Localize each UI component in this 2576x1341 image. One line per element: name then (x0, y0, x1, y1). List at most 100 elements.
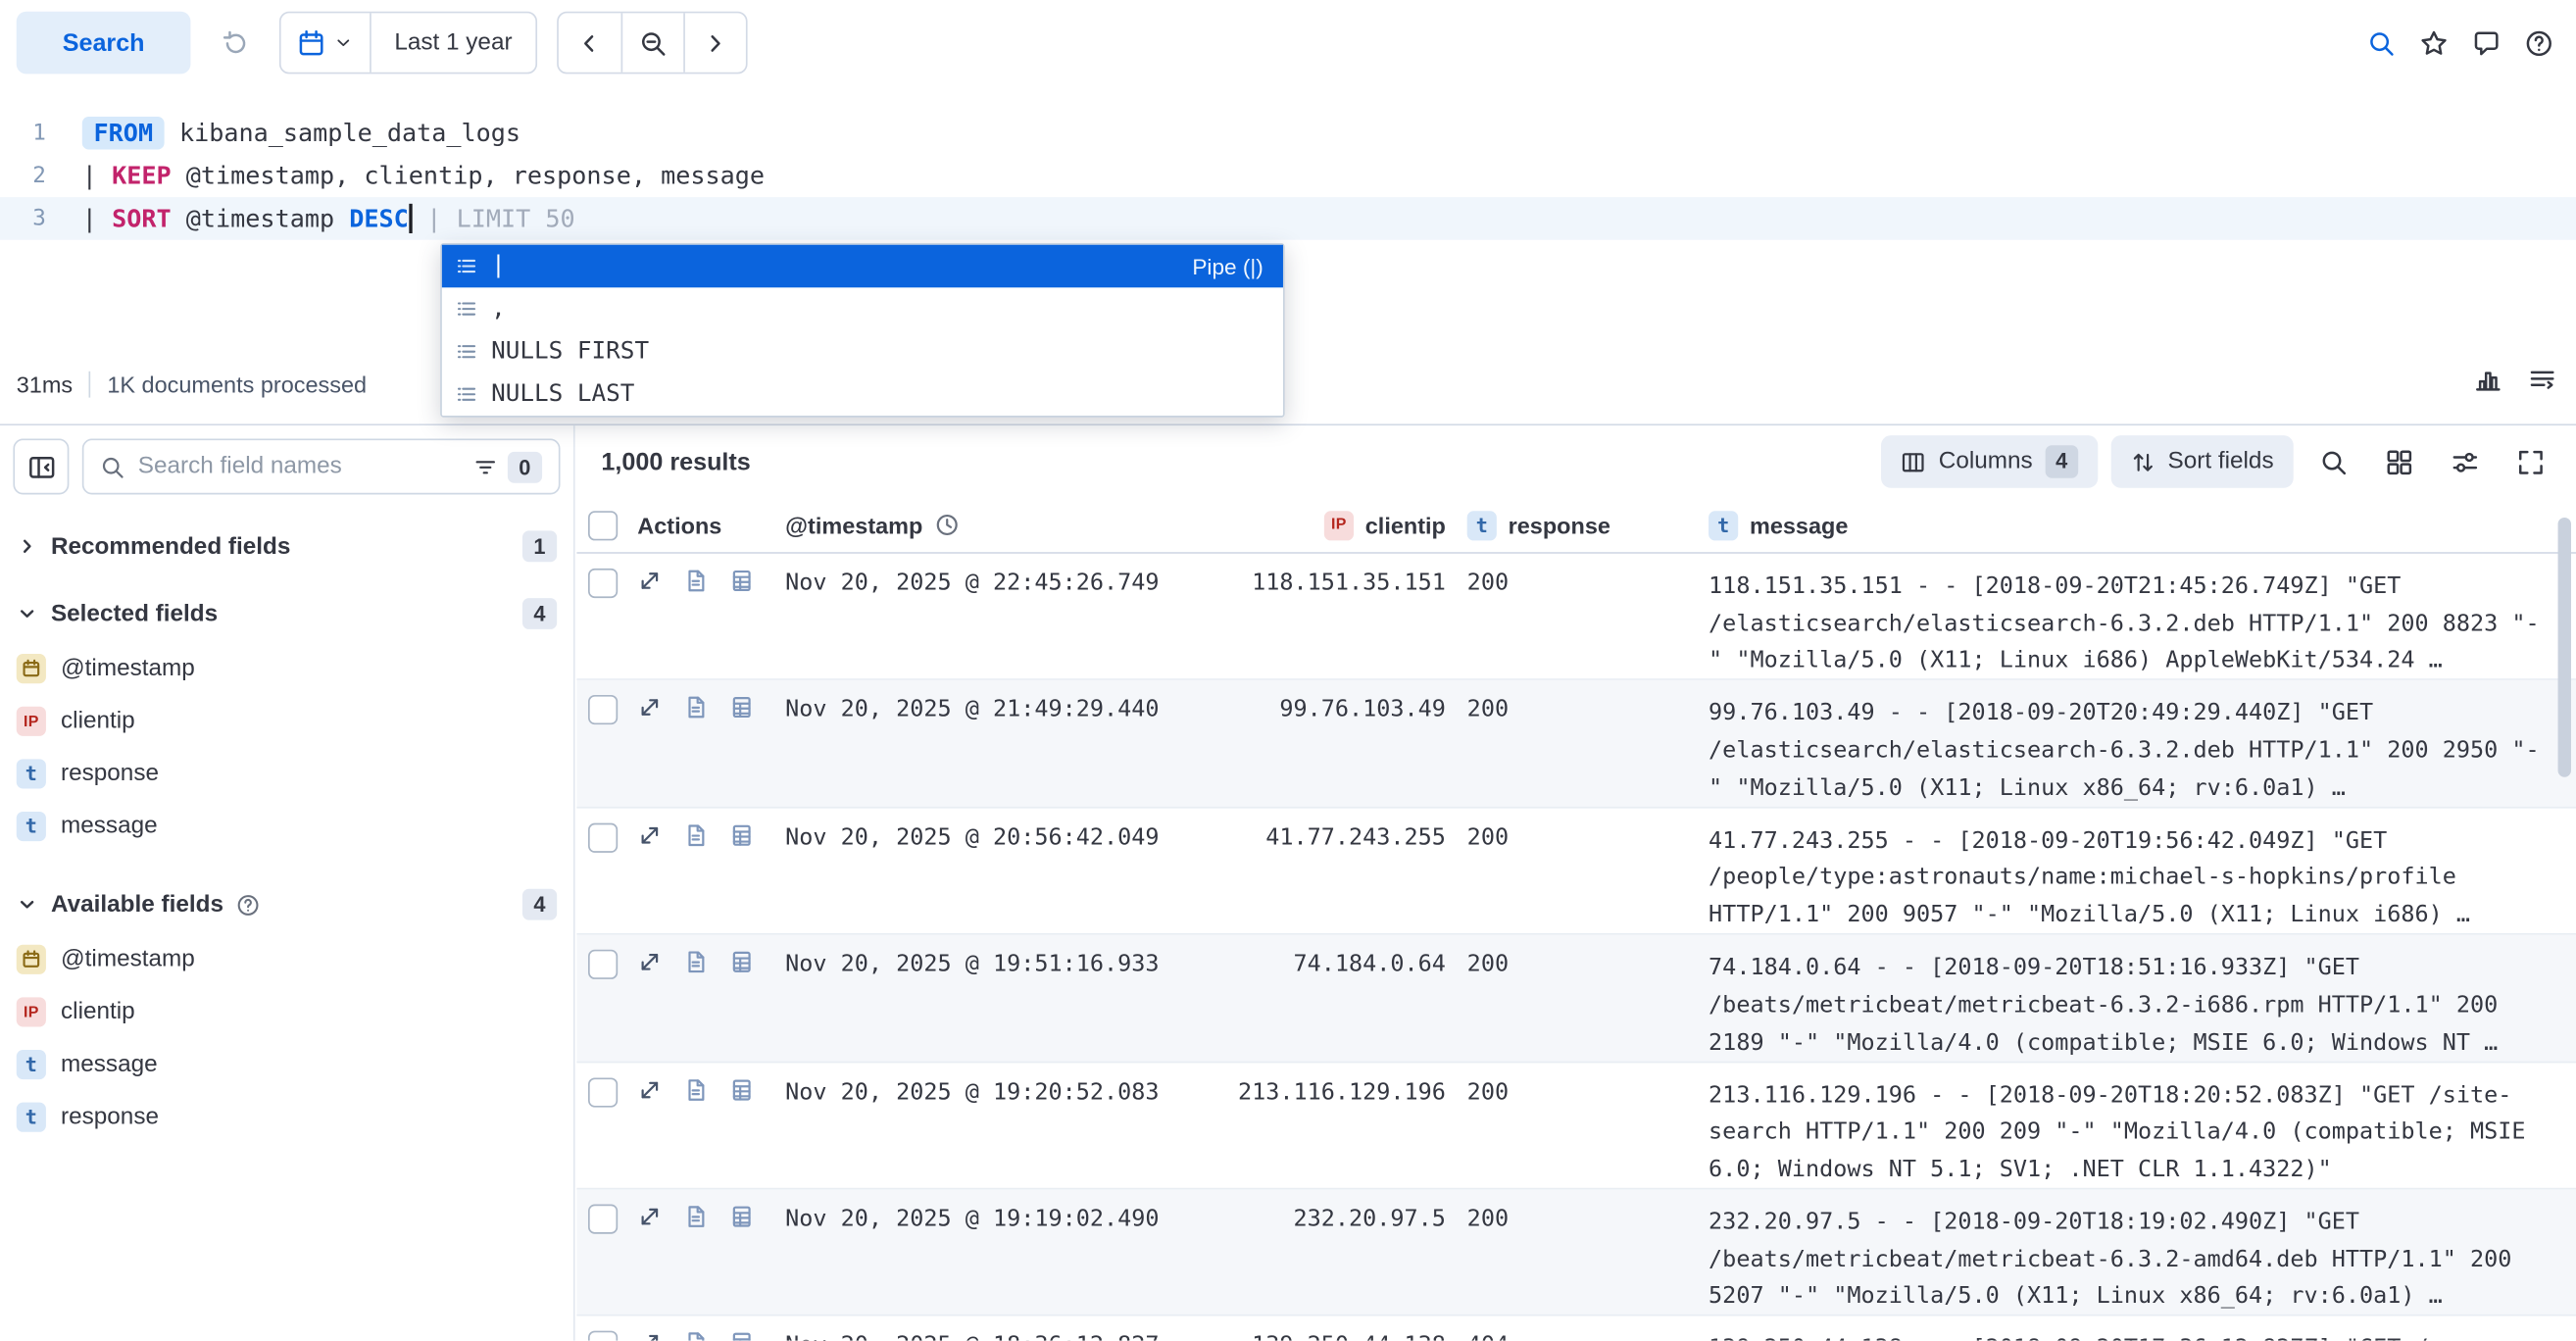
expand-row-button[interactable] (637, 822, 662, 847)
time-zoom-out-button[interactable] (620, 13, 683, 72)
timestamp-cell: Nov 20, 2025 @ 19:20:52.083 (785, 1077, 1215, 1110)
view-in-table-button[interactable] (729, 950, 754, 974)
view-document-button[interactable] (683, 950, 708, 974)
select-all-checkbox[interactable] (588, 510, 618, 539)
field-item[interactable]: t message (13, 1038, 560, 1091)
top-toolbar: Search Last 1 year (0, 0, 2576, 85)
search-sessions-button[interactable] (2367, 28, 2395, 56)
date-type-icon (17, 945, 46, 974)
help-icon (2525, 28, 2552, 56)
suggestion-item[interactable]: NULLS FIRST (442, 330, 1283, 373)
date-type-icon (17, 654, 46, 683)
field-item[interactable]: @timestamp (13, 933, 560, 986)
row-checkbox[interactable] (588, 822, 618, 852)
ip-type-icon: IP (17, 997, 46, 1026)
collapse-sidebar-button[interactable] (13, 438, 69, 494)
esql-editor[interactable]: 1 FROM kibana_sample_data_logs 2 | KEEP … (0, 89, 2576, 240)
row-checkbox[interactable] (588, 1077, 618, 1107)
display-density-button[interactable] (2372, 435, 2425, 488)
selected-fields-accordion[interactable]: Selected fields 4 (13, 598, 560, 629)
expand-row-button[interactable] (637, 950, 662, 974)
display-options-button[interactable] (2438, 435, 2491, 488)
view-in-table-button[interactable] (729, 822, 754, 847)
suggestion-kind-icon (455, 383, 477, 406)
clientip-column-header[interactable]: IP clientip (1215, 510, 1446, 539)
editor-line[interactable]: 1 FROM kibana_sample_data_logs (0, 112, 2576, 155)
field-item[interactable]: t message (13, 800, 560, 853)
section-count-badge: 4 (522, 889, 558, 920)
grid-search-button[interactable] (2306, 435, 2359, 488)
editor-lines-toggle-button[interactable] (2528, 365, 2555, 392)
time-next-button[interactable] (683, 13, 746, 72)
suggestion-item[interactable]: NULLS LAST (442, 372, 1283, 416)
help-button[interactable] (2525, 28, 2552, 56)
fullscreen-button[interactable] (2503, 435, 2556, 488)
table-row: Nov 20, 2025 @ 19:51:16.933 74.184.0.64 … (576, 935, 2576, 1063)
row-checkbox[interactable] (588, 1204, 618, 1233)
expand-row-button[interactable] (637, 1204, 662, 1228)
line-number: 3 (0, 206, 46, 232)
search-icon (2319, 448, 2347, 475)
field-name: @timestamp (61, 656, 195, 682)
message-column-header[interactable]: t message (1709, 510, 2576, 539)
editor-line[interactable]: 3 | SORT @timestamp DESC | LIMIT 50 (0, 197, 2576, 240)
field-item[interactable]: @timestamp (13, 642, 560, 695)
view-in-table-button[interactable] (729, 1077, 754, 1102)
clientip-cell: 139.250.44.138 (1215, 1331, 1446, 1340)
view-document-button[interactable] (683, 696, 708, 720)
question-circle-icon (236, 893, 259, 916)
time-range-button[interactable]: Last 1 year (370, 13, 535, 72)
field-item[interactable]: t response (13, 1091, 560, 1144)
star-icon (2420, 28, 2448, 56)
view-in-table-button[interactable] (729, 569, 754, 593)
date-picker-calendar-toggle[interactable] (281, 13, 371, 72)
editor-line[interactable]: 2 | KEEP @timestamp, clientip, response,… (0, 155, 2576, 198)
response-cell: 200 (1446, 1204, 1709, 1236)
toggle-histogram-button[interactable] (2474, 365, 2502, 392)
suggestion-item[interactable]: | Pipe (|) (442, 245, 1283, 288)
timestamp-column-header[interactable]: @timestamp (785, 512, 1215, 538)
expand-row-button[interactable] (637, 1077, 662, 1102)
view-in-table-button[interactable] (729, 1331, 754, 1340)
divider (89, 372, 91, 398)
feedback-button[interactable] (2472, 28, 2500, 56)
favorites-button[interactable] (2420, 28, 2448, 56)
row-checkbox[interactable] (588, 569, 618, 598)
field-search-input[interactable] (138, 454, 460, 480)
expand-row-button[interactable] (637, 569, 662, 593)
field-item[interactable]: IP clientip (13, 986, 560, 1039)
recommended-fields-accordion[interactable]: Recommended fields 1 (13, 530, 560, 562)
available-fields-accordion[interactable]: Available fields 4 (13, 889, 560, 920)
field-item[interactable]: IP clientip (13, 695, 560, 748)
columns-button[interactable]: Columns 4 (1881, 435, 2097, 488)
autocomplete-popup: | Pipe (|) , NULLS FIRST NULLS LAST (440, 243, 1284, 418)
view-document-button[interactable] (683, 1331, 708, 1340)
search-button[interactable]: Search (17, 12, 191, 74)
row-checkbox[interactable] (588, 696, 618, 725)
timestamp-cell: Nov 20, 2025 @ 19:51:16.933 (785, 950, 1215, 982)
message-cell: 118.151.35.151 - - [2018-09-20T21:45:26.… (1709, 569, 2576, 680)
vertical-scrollbar[interactable] (2558, 518, 2571, 777)
field-filter-button[interactable]: 0 (472, 451, 542, 482)
clientip-cell: 118.151.35.151 (1215, 569, 1446, 601)
view-in-table-button[interactable] (729, 696, 754, 720)
refresh-button[interactable] (211, 28, 260, 56)
suggestion-item[interactable]: , (442, 287, 1283, 330)
sort-fields-button[interactable]: Sort fields (2110, 435, 2294, 488)
row-checkbox[interactable] (588, 1331, 618, 1340)
field-item[interactable]: t response (13, 748, 560, 801)
sort-fields-label: Sort fields (2168, 449, 2274, 475)
response-column-header[interactable]: t response (1446, 510, 1709, 539)
expand-row-button[interactable] (637, 696, 662, 720)
view-document-button[interactable] (683, 822, 708, 847)
view-in-table-button[interactable] (729, 1204, 754, 1228)
view-document-button[interactable] (683, 569, 708, 593)
section-count-badge: 4 (522, 598, 558, 629)
expand-row-button[interactable] (637, 1331, 662, 1340)
section-count-badge: 1 (522, 530, 558, 562)
row-checkbox[interactable] (588, 950, 618, 979)
view-document-button[interactable] (683, 1204, 708, 1228)
view-document-button[interactable] (683, 1077, 708, 1102)
time-prev-button[interactable] (559, 13, 621, 72)
section-title: Recommended fields (51, 533, 290, 560)
